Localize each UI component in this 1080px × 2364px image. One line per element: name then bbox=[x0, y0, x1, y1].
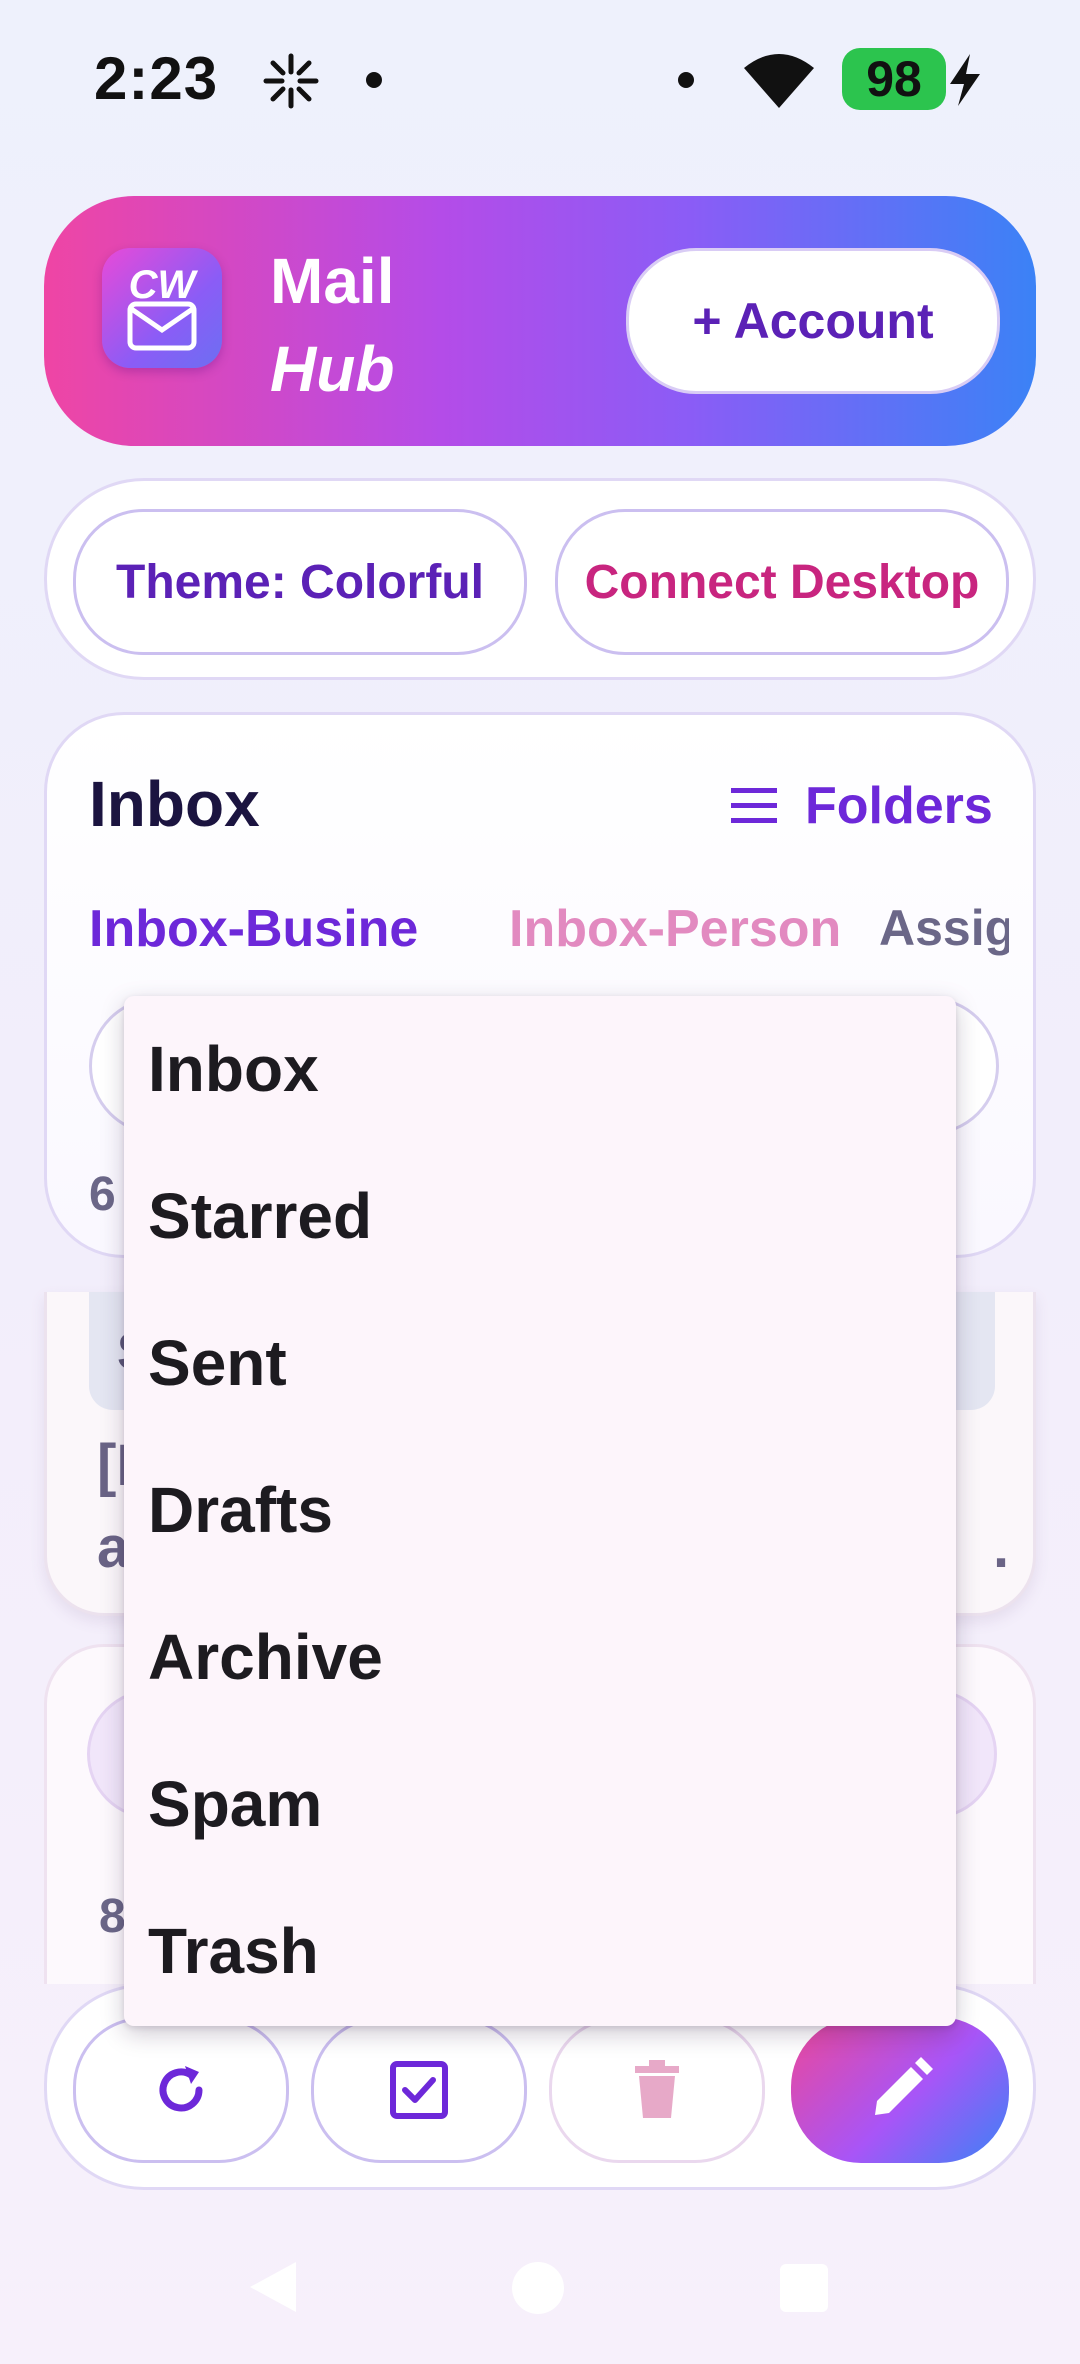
home-nav-icon[interactable] bbox=[512, 2262, 564, 2314]
compose-button[interactable] bbox=[791, 2017, 1009, 2163]
tab-assigned[interactable]: Assign bbox=[879, 899, 1009, 957]
menu-item-drafts[interactable]: Drafts bbox=[124, 1437, 956, 1583]
charging-icon bbox=[950, 54, 980, 106]
folders-button[interactable]: Folders bbox=[731, 771, 993, 841]
status-bar: 2:23 98 bbox=[0, 0, 1080, 160]
recents-nav-icon[interactable] bbox=[780, 2264, 828, 2312]
notification-dot-icon bbox=[366, 72, 382, 88]
menu-item-spam[interactable]: Spam bbox=[124, 1731, 956, 1877]
delete-button[interactable] bbox=[549, 2017, 765, 2163]
app-logo: CW bbox=[102, 248, 222, 368]
email-meta: 8 bbox=[99, 1890, 126, 1943]
theme-button[interactable]: Theme: Colorful bbox=[73, 509, 527, 655]
mail-logo-icon: CW bbox=[127, 263, 199, 351]
battery-icon: 98 bbox=[842, 48, 946, 110]
app-title: Mail bbox=[270, 245, 395, 317]
status-time: 2:23 bbox=[94, 45, 219, 112]
sparkle-icon bbox=[263, 53, 319, 109]
logo-text: CW bbox=[129, 263, 199, 307]
back-nav-icon[interactable] bbox=[246, 2260, 300, 2314]
tab-inbox-business[interactable]: Inbox-Busine bbox=[89, 899, 418, 959]
folders-dropdown-menu: Inbox Starred Sent Drafts Archive Spam T… bbox=[124, 996, 956, 2026]
pencil-icon bbox=[875, 2057, 933, 2115]
menu-icon bbox=[731, 788, 777, 823]
message-count: 6 bbox=[89, 1168, 116, 1221]
refresh-icon bbox=[159, 2066, 203, 2112]
app-subtitle: Hub bbox=[270, 333, 395, 405]
menu-item-archive[interactable]: Archive bbox=[124, 1584, 956, 1730]
add-account-button[interactable]: + Account bbox=[626, 248, 1000, 394]
connect-desktop-button[interactable]: Connect Desktop bbox=[555, 509, 1009, 655]
app-header: CW Mail Hub + Account bbox=[44, 196, 1036, 446]
select-button[interactable] bbox=[311, 2017, 527, 2163]
menu-item-starred[interactable]: Starred bbox=[124, 1143, 956, 1289]
menu-item-inbox[interactable]: Inbox bbox=[124, 996, 956, 1142]
wifi-icon bbox=[744, 54, 814, 108]
trash-icon bbox=[635, 2060, 679, 2118]
page-title: Inbox bbox=[89, 768, 260, 840]
battery-level: 98 bbox=[866, 51, 922, 107]
settings-chip-row: Theme: Colorful Connect Desktop bbox=[44, 478, 1036, 680]
refresh-button[interactable] bbox=[73, 2017, 289, 2163]
menu-item-sent[interactable]: Sent bbox=[124, 1290, 956, 1436]
notification-dot-icon bbox=[678, 72, 694, 88]
menu-item-trash[interactable]: Trash bbox=[124, 1878, 956, 2024]
checkbox-icon bbox=[390, 2061, 448, 2119]
folders-label: Folders bbox=[805, 777, 993, 835]
inbox-tabs: Inbox-Busine Inbox-Person Assign bbox=[89, 891, 1009, 971]
email-subject-ellipsis: . bbox=[993, 1515, 1010, 1580]
tab-inbox-personal[interactable]: Inbox-Person bbox=[509, 899, 841, 959]
